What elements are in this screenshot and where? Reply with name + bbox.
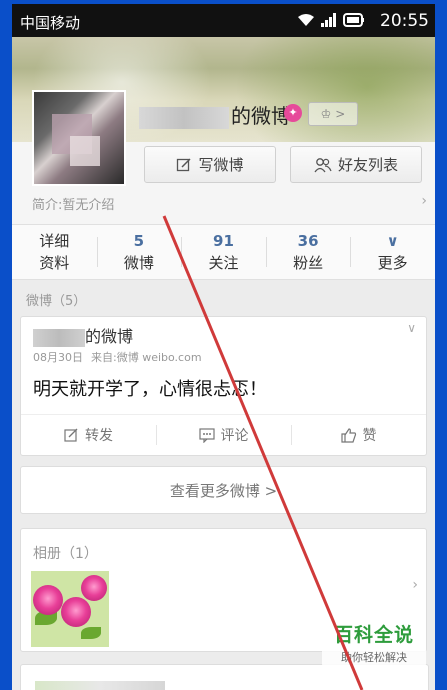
friends-list-button[interactable]: 好友列表 <box>290 146 422 183</box>
friends-list-label: 好友列表 <box>337 156 398 174</box>
weibo-post-card[interactable]: 的微博 ∨ 08月30日 来自:微博 weibo.com 明天就开学了，心情很忐忑… <box>20 316 427 456</box>
repost-icon <box>64 428 78 442</box>
watermark: 百科全说 助你轻松解决 <box>322 616 426 668</box>
repost-button[interactable]: 转发 <box>21 415 156 455</box>
status-icons <box>297 13 365 27</box>
watermark-title: 百科全说 <box>333 624 414 646</box>
post-date: 08月30日 <box>33 351 83 364</box>
blurred-content <box>35 681 165 690</box>
blurred-author-name <box>33 328 85 347</box>
carrier-label: 中国移动 <box>20 14 81 32</box>
comment-button[interactable]: 评论 <box>156 415 291 455</box>
status-bar: 中国移动 20:55 <box>12 4 435 37</box>
chevron-down-icon: ∨ <box>386 232 399 250</box>
post-meta: 08月30日 来自:微博 weibo.com <box>33 349 202 365</box>
view-more-weibo-button[interactable]: 查看更多微博 > <box>20 466 427 514</box>
clock: 20:55 <box>380 11 429 31</box>
thumbs-up-icon <box>340 427 356 443</box>
profile-nickname: 的微博 <box>139 100 291 129</box>
avatar[interactable] <box>32 90 126 186</box>
post-author[interactable]: 的微博 <box>33 323 133 347</box>
stat-following-count[interactable]: 91 关注 <box>181 225 266 279</box>
comment-icon <box>198 427 215 443</box>
stat-weibo-count[interactable]: 5 微博 <box>96 225 182 279</box>
chevron-right-icon: › <box>421 193 427 209</box>
level-badge[interactable]: ♔ > <box>308 102 358 126</box>
users-icon <box>314 157 332 172</box>
battery-icon <box>343 13 365 27</box>
profile-stats-bar: 详细 资料 5 微博 91 关注 36 粉丝 ∨ 更多 <box>12 224 435 280</box>
post-content: 明天就开学了，心情很忐忑！ <box>33 379 267 400</box>
write-weibo-button[interactable]: 写微博 <box>144 146 276 183</box>
stat-followers-count[interactable]: 36 粉丝 <box>265 225 351 279</box>
write-weibo-label: 写微博 <box>198 156 244 174</box>
profile-intro[interactable]: 简介:暂无介绍 <box>32 194 114 213</box>
post-actions: 转发 评论 赞 <box>21 414 426 455</box>
album-title: 相册（1） <box>33 546 98 562</box>
like-button[interactable]: 赞 <box>291 415 426 455</box>
album-photo[interactable] <box>31 571 109 647</box>
chevron-down-icon[interactable]: ∨ <box>407 321 416 335</box>
watermark-subtitle: 助你轻松解决 <box>341 651 407 664</box>
stat-more[interactable]: ∨ 更多 <box>350 225 435 279</box>
wifi-icon <box>297 13 315 27</box>
edit-icon <box>177 157 192 171</box>
posts-section-label: 微博（5） <box>26 294 87 309</box>
signal-icon <box>321 13 337 27</box>
stat-details[interactable]: 详细 资料 <box>12 225 97 279</box>
diamond-icon[interactable]: ✦ <box>284 104 302 122</box>
post-source: 来自:微博 weibo.com <box>91 351 202 364</box>
blurred-name <box>139 106 229 129</box>
app-screen: 中国移动 20:55 的微博 ✦ ♔ > 写微博 好友列表 简介:暂无介绍 › … <box>12 4 435 690</box>
chevron-right-icon: › <box>412 577 418 593</box>
